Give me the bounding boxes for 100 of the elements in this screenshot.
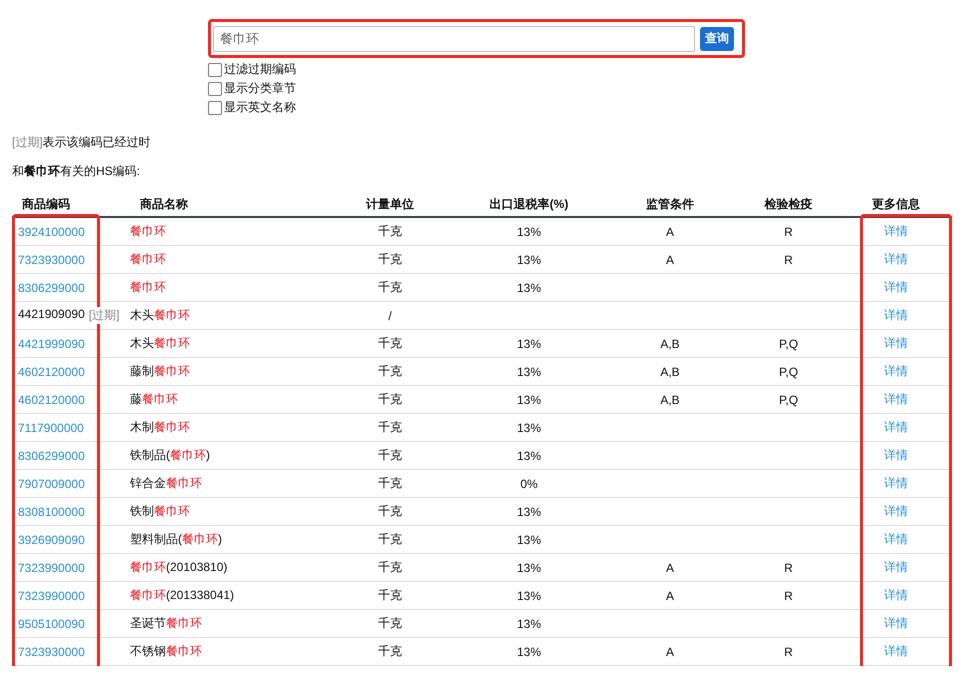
expired-tag: [过期]	[88, 307, 120, 324]
unit-cell: 千克	[378, 475, 402, 492]
code-link[interactable]: 7323930000	[12, 644, 85, 658]
details-link[interactable]: 详情	[884, 447, 908, 464]
product-name: 木头餐巾环	[130, 335, 190, 352]
supervision-cell: A	[666, 252, 674, 266]
supervision-cell: A	[666, 588, 674, 602]
supervision-cell: A	[666, 644, 674, 658]
unit-cell: 千克	[378, 587, 402, 604]
product-name: 木头餐巾环	[130, 307, 190, 324]
unit-cell: 千克	[378, 643, 402, 660]
code-link[interactable]: 4421999090	[12, 336, 85, 350]
details-link[interactable]: 详情	[884, 251, 908, 268]
rate-cell: 13%	[516, 532, 542, 546]
rate-cell: 13%	[516, 336, 542, 350]
legend-text: [过期]表示该编码已经过时	[12, 134, 152, 151]
code-link[interactable]: 4602120000	[12, 364, 85, 378]
unit-cell: 千克	[378, 503, 402, 520]
checkbox-label: 显示英文名称	[224, 99, 296, 116]
inspection-cell: R	[784, 644, 793, 658]
details-link[interactable]: 详情	[884, 391, 908, 408]
code-link[interactable]: 7323990000	[12, 588, 85, 602]
code-link[interactable]: 3924100000	[12, 224, 85, 238]
details-link[interactable]: 详情	[884, 363, 908, 380]
details-link[interactable]: 详情	[884, 531, 908, 548]
search-button[interactable]: 查询	[700, 26, 734, 50]
rate-cell: 13%	[516, 420, 542, 434]
rate-cell: 13%	[516, 644, 542, 658]
rate-cell: 13%	[516, 616, 542, 630]
supervision-cell: A	[666, 560, 674, 574]
details-link[interactable]: 详情	[884, 615, 908, 632]
supervision-cell: A,B	[660, 364, 680, 378]
code-link[interactable]: 7323930000	[12, 252, 85, 266]
rate-cell: 13%	[516, 392, 542, 406]
code-link[interactable]: 3926909090	[12, 532, 85, 546]
code-link[interactable]: 4602120000	[12, 392, 85, 406]
product-name: 不锈钢餐巾环	[130, 643, 202, 660]
code-link[interactable]: 8308100000	[12, 504, 85, 518]
unit-cell: 千克	[378, 223, 402, 240]
details-link[interactable]: 详情	[884, 475, 908, 492]
supervision-cell: A	[666, 224, 674, 238]
product-name: 餐巾环	[130, 251, 166, 268]
inspection-cell: P,Q	[778, 392, 798, 406]
inspection-cell: R	[784, 588, 793, 602]
code-link[interactable]: 7907009000	[12, 476, 85, 490]
results-heading: 和餐巾环有关的HS编码:	[12, 163, 142, 180]
product-name: 藤制餐巾环	[130, 363, 190, 380]
details-link[interactable]: 详情	[884, 587, 908, 604]
rate-cell: 13%	[516, 448, 542, 462]
unit-cell: 千克	[378, 279, 402, 296]
product-name: 铁制餐巾环	[130, 503, 190, 520]
unit-cell: 千克	[378, 363, 402, 380]
rate-cell: 0%	[520, 476, 538, 490]
checkbox-label: 过滤过期编码	[224, 61, 296, 78]
details-link[interactable]: 详情	[884, 279, 908, 296]
rate-cell: 13%	[516, 252, 542, 266]
product-name: 藤餐巾环	[130, 391, 178, 408]
column-header: 计量单位	[366, 196, 414, 213]
details-link[interactable]: 详情	[884, 559, 908, 576]
checkbox-label: 显示分类章节	[224, 80, 296, 97]
code-text: 4421909090	[17, 307, 85, 323]
details-link[interactable]: 详情	[884, 307, 908, 324]
unit-cell: 千克	[378, 251, 402, 268]
column-header: 商品名称	[139, 196, 188, 213]
unit-cell: 千克	[378, 531, 402, 548]
unit-cell: 千克	[378, 391, 402, 408]
code-link[interactable]: 8306299000	[12, 448, 85, 462]
details-link[interactable]: 详情	[884, 223, 908, 240]
product-name: 塑料制品(餐巾环)	[130, 531, 222, 548]
checkbox[interactable]	[208, 82, 222, 96]
checkbox[interactable]	[208, 62, 222, 76]
rate-cell: 13%	[516, 280, 542, 294]
product-name: 餐巾环	[130, 279, 166, 296]
unit-cell: 千克	[378, 559, 402, 576]
details-link[interactable]: 详情	[884, 643, 908, 660]
product-name: 餐巾环(201338041)	[130, 587, 234, 604]
details-link[interactable]: 详情	[884, 503, 908, 520]
details-link[interactable]: 详情	[884, 335, 908, 352]
column-header: 监管条件	[646, 196, 694, 213]
unit-cell: 千克	[378, 419, 402, 436]
product-name: 圣诞节餐巾环	[130, 615, 202, 632]
inspection-cell: R	[784, 224, 793, 238]
inspection-cell: P,Q	[778, 336, 798, 350]
details-link[interactable]: 详情	[884, 419, 908, 436]
product-name: 锌合金餐巾环	[130, 475, 202, 492]
inspection-cell: R	[784, 560, 793, 574]
unit-cell: /	[388, 308, 392, 322]
search-field[interactable]: 餐巾环	[213, 26, 695, 52]
code-link[interactable]: 8306299000	[12, 280, 85, 294]
rate-cell: 13%	[516, 504, 542, 518]
code-link[interactable]: 7323990000	[12, 560, 85, 574]
code-link[interactable]: 9505100090	[12, 616, 85, 630]
code-link[interactable]: 7117900000	[12, 420, 84, 434]
column-header: 更多信息	[872, 196, 920, 213]
supervision-cell: A,B	[660, 392, 680, 406]
product-name: 餐巾环	[130, 223, 166, 240]
checkbox[interactable]	[208, 100, 222, 114]
inspection-cell: R	[784, 252, 793, 266]
column-header: 出口退税率(%)	[490, 196, 568, 213]
unit-cell: 千克	[378, 335, 402, 352]
